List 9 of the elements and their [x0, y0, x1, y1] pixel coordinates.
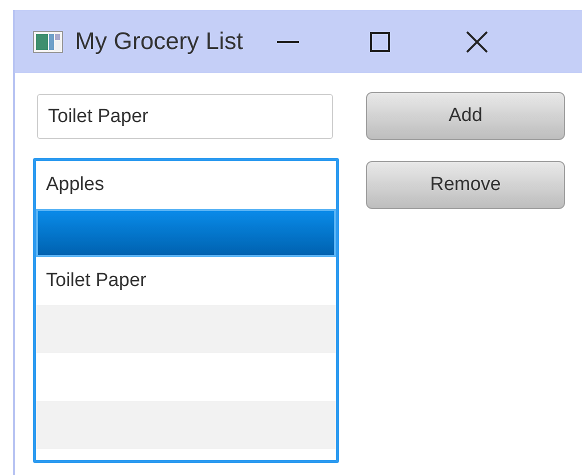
remove-button[interactable]: Remove	[366, 161, 565, 209]
app-icon	[33, 30, 63, 52]
window-title: My Grocery List	[75, 26, 244, 56]
add-button[interactable]: Add	[366, 92, 565, 140]
list-item[interactable]	[36, 209, 336, 257]
minimize-icon[interactable]	[277, 40, 300, 44]
maximize-icon[interactable]	[370, 32, 390, 52]
text-field[interactable]: Toilet Paper	[37, 94, 333, 139]
close-icon[interactable]	[466, 30, 488, 52]
